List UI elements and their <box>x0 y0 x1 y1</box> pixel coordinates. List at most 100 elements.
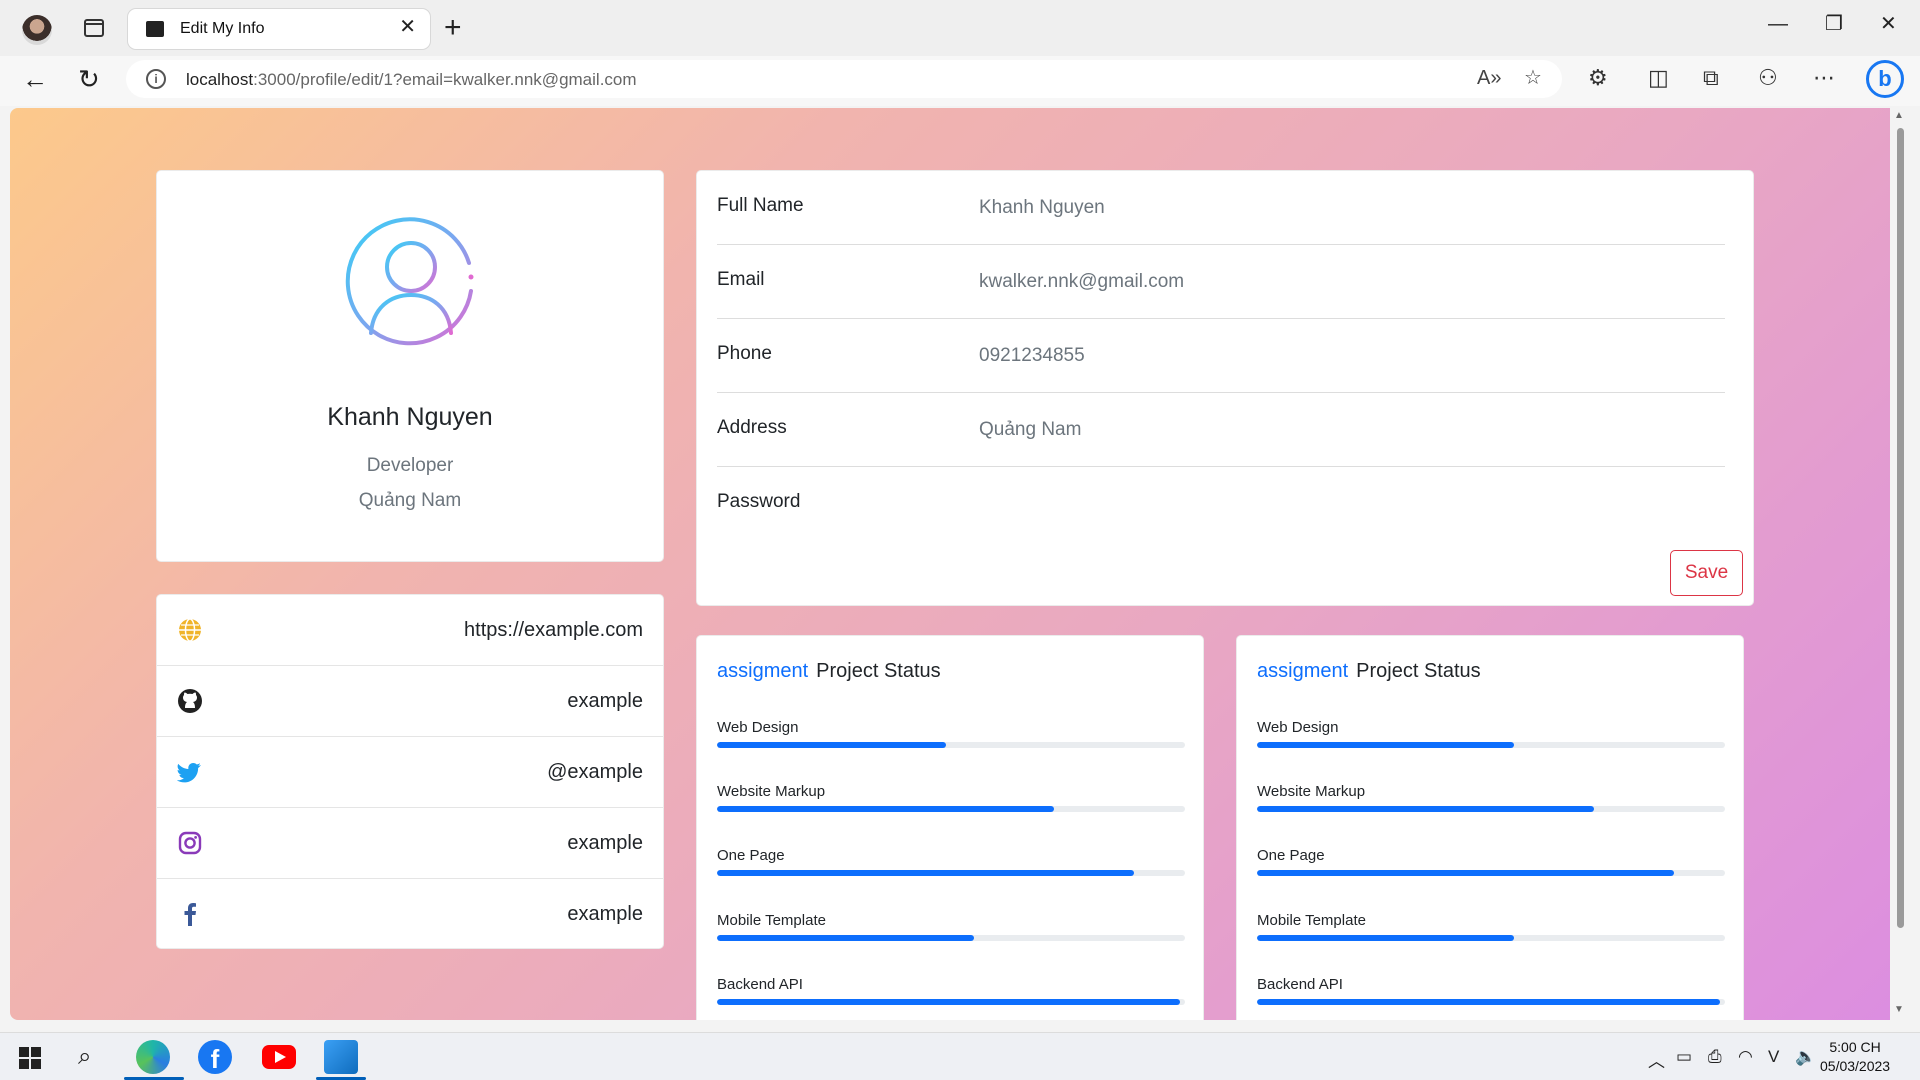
site-info-icon[interactable]: i <box>146 69 166 89</box>
browser-profile-avatar[interactable] <box>22 15 52 45</box>
scroll-down-icon[interactable]: ▼ <box>1894 1004 1904 1015</box>
search-icon[interactable]: ⌕ <box>78 1043 91 1071</box>
social-row-facebook[interactable]: example <box>157 879 663 950</box>
info-row-password: Password <box>717 467 1725 541</box>
extensions-icon[interactable]: ⚙ <box>1588 67 1608 89</box>
profile-role: Developer <box>366 455 454 476</box>
wifi-icon[interactable]: ◠ <box>1738 1047 1753 1067</box>
clock-time: 5:00 CH <box>1829 1039 1881 1055</box>
progress-fill <box>717 870 1134 876</box>
progress-fill <box>1257 742 1515 748</box>
edit-info-card: Full Name Khanh Nguyen Email kwalker.nnk… <box>696 170 1754 606</box>
progress-label: Mobile Template <box>1257 912 1366 929</box>
progress-fill <box>1257 806 1594 812</box>
profile-sync-icon[interactable]: ⚇ <box>1758 67 1778 89</box>
add-favorite-icon[interactable]: ☆ <box>1524 68 1542 88</box>
progress-label: Mobile Template <box>717 912 826 929</box>
instagram-icon <box>178 831 202 855</box>
more-menu-icon[interactable]: ⋯ <box>1813 67 1835 89</box>
social-value: @example <box>547 761 643 783</box>
progress-bar <box>1257 999 1725 1005</box>
vpn-icon[interactable]: V <box>1768 1047 1779 1067</box>
scroll-up-icon[interactable]: ▲ <box>1894 110 1904 121</box>
page-viewport: Khanh Nguyen Developer Quảng Nam https:/… <box>10 108 1890 1020</box>
progress-label: Website Markup <box>717 783 826 800</box>
facebook-app-icon[interactable]: f <box>198 1040 232 1074</box>
social-row-instagram[interactable]: example <box>157 808 663 879</box>
github-icon <box>178 689 202 713</box>
split-screen-icon[interactable]: ◫ <box>1648 67 1669 89</box>
windows-start-icon[interactable] <box>19 1047 41 1069</box>
progress-item: Backend API <box>717 976 1185 1005</box>
progress-fill <box>717 935 975 941</box>
progress-fill <box>1257 999 1721 1005</box>
info-row-phone: Phone 0921234855 <box>717 319 1725 393</box>
address-bar[interactable]: i localhost:3000/profile/edit/1?email=kw… <box>126 60 1562 98</box>
browser-tab[interactable]: Edit My Info ✕ <box>128 9 430 49</box>
progress-label: Web Design <box>1257 719 1339 736</box>
minimize-icon[interactable]: — <box>1768 14 1788 34</box>
progress-label: Backend API <box>717 976 803 993</box>
collections-icon[interactable]: ⧉ <box>1703 67 1719 89</box>
progress-bar <box>1257 806 1725 812</box>
profile-card: Khanh Nguyen Developer Quảng Nam <box>156 170 664 562</box>
progress-item: Web Design <box>717 719 1185 748</box>
clock-date: 05/03/2023 <box>1820 1058 1891 1074</box>
show-hidden-icons-icon[interactable]: ︿ <box>1648 1047 1665 1072</box>
address-field[interactable]: Quảng Nam <box>979 419 1081 441</box>
progress-label: Website Markup <box>1257 783 1366 800</box>
vscode-app-icon[interactable] <box>324 1040 358 1074</box>
device-icon[interactable]: ⎙ <box>1708 1047 1722 1067</box>
social-value: https://example.com <box>464 619 643 641</box>
clock[interactable]: 5:00 CH 05/03/2023 <box>1820 1038 1890 1076</box>
reload-icon[interactable]: ↻ <box>78 66 100 92</box>
project-card-header: assigment Project Status <box>717 660 941 683</box>
project-tag: assigment <box>717 660 809 682</box>
youtube-app-icon[interactable] <box>262 1045 296 1069</box>
progress-item: Web Design <box>1257 719 1725 748</box>
window-close-icon[interactable]: ✕ <box>1880 14 1897 34</box>
progress-item: Website Markup <box>717 783 1185 812</box>
back-icon[interactable]: ← <box>22 66 48 92</box>
full-name-field[interactable]: Khanh Nguyen <box>979 197 1105 219</box>
progress-fill <box>717 742 947 748</box>
page-scrollbar[interactable]: ▲ ▼ <box>1890 108 1910 1020</box>
progress-item: Backend API <box>1257 976 1725 1005</box>
progress-bar <box>717 870 1185 876</box>
profile-name: Khanh Nguyen <box>327 403 493 431</box>
field-label: Full Name <box>717 195 804 216</box>
profile-location: Quảng Nam <box>358 490 462 511</box>
progress-item: One Page <box>717 847 1185 876</box>
project-card-header: assigment Project Status <box>1257 660 1481 683</box>
social-row-twitter[interactable]: @example <box>157 737 663 808</box>
tab-actions-icon[interactable] <box>84 19 104 37</box>
progress-label: Web Design <box>717 719 799 736</box>
progress-bar <box>717 742 1185 748</box>
project-status-card: assigment Project Status Web Design Websi… <box>696 635 1204 1020</box>
scroll-thumb[interactable] <box>1897 128 1904 928</box>
progress-fill <box>717 806 1054 812</box>
social-value: example <box>567 832 643 854</box>
read-aloud-icon[interactable]: A» <box>1477 68 1501 88</box>
new-tab-icon[interactable]: + <box>444 13 462 43</box>
progress-item: Website Markup <box>1257 783 1725 812</box>
bing-copilot-icon[interactable]: b <box>1866 60 1904 98</box>
restore-icon[interactable]: ❐ <box>1825 14 1843 34</box>
twitter-icon <box>177 763 201 783</box>
url-text[interactable]: localhost:3000/profile/edit/1?email=kwal… <box>186 70 637 90</box>
progress-bar <box>1257 870 1725 876</box>
progress-bar <box>1257 935 1725 941</box>
email-field[interactable]: kwalker.nnk@gmail.com <box>979 271 1184 293</box>
info-row-full-name: Full Name Khanh Nguyen <box>717 171 1725 245</box>
social-row-website[interactable]: https://example.com <box>157 595 663 666</box>
phone-field[interactable]: 0921234855 <box>979 345 1085 367</box>
edge-dev-icon[interactable] <box>136 1040 170 1074</box>
volume-icon[interactable]: 🔈 <box>1795 1047 1816 1067</box>
tab-close-icon[interactable]: ✕ <box>399 17 416 37</box>
save-button[interactable]: Save <box>1670 550 1743 596</box>
social-row-github[interactable]: example <box>157 666 663 737</box>
social-links-card: https://example.com example @example exa… <box>156 594 664 949</box>
battery-icon[interactable]: ▭ <box>1676 1047 1692 1067</box>
progress-item: One Page <box>1257 847 1725 876</box>
progress-label: One Page <box>1257 847 1325 864</box>
